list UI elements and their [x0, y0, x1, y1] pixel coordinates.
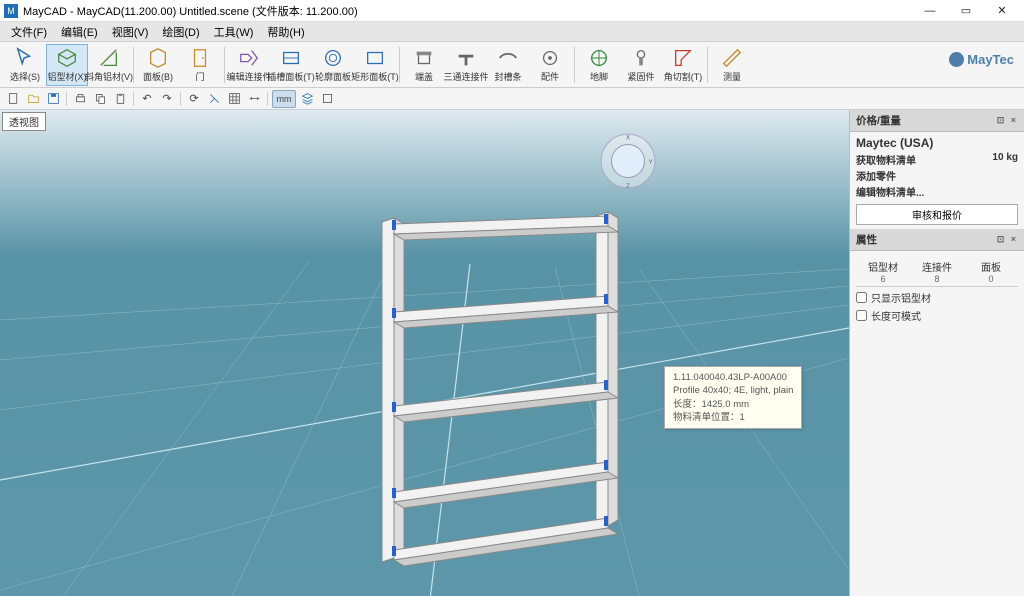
edit-bom-link[interactable]: 编辑物料清单... [856, 184, 924, 199]
tool-panel[interactable]: 面板(B) [137, 45, 179, 85]
svg-text:X: X [626, 134, 630, 141]
slot-icon [280, 47, 302, 69]
angle-icon [98, 47, 120, 69]
hover-tooltip: 1.11.040040.43LP-A00A00 Profile 40x40; 4… [664, 366, 802, 429]
brand-icon [949, 52, 964, 67]
tool-cap[interactable]: 端盖 [403, 45, 445, 85]
app-icon: M [4, 4, 18, 18]
profile-icon [56, 47, 78, 69]
tool-editconn[interactable]: 编辑连接件 [228, 45, 270, 85]
menu-file[interactable]: 文件(F) [4, 22, 54, 42]
pin-icon-2[interactable]: ⊡ × [997, 234, 1018, 245]
price-weight-header[interactable]: 价格/重量⊡ × [850, 110, 1024, 132]
tool-seal[interactable]: 封槽条 [487, 45, 529, 85]
undo-button[interactable]: ↶ [138, 90, 156, 108]
connector-icon [238, 47, 260, 69]
tool-notch[interactable]: 角切割(T) [662, 45, 704, 85]
length-mode-check[interactable]: 长度可模式 [856, 308, 1018, 323]
accessory-icon [539, 47, 561, 69]
dimension-button[interactable] [245, 90, 263, 108]
tool-rect[interactable]: 矩形面板(T) [354, 45, 396, 85]
notch-icon [672, 47, 694, 69]
menu-draw[interactable]: 绘图(D) [155, 22, 206, 42]
seal-icon [497, 47, 519, 69]
view-cube[interactable]: X Y Z [597, 130, 659, 192]
menu-view[interactable]: 视图(V) [105, 22, 156, 42]
menu-edit[interactable]: 编辑(E) [54, 22, 105, 42]
door-icon [189, 47, 211, 69]
tab-profiles[interactable]: 铝型材6 [856, 257, 910, 286]
tool-profile[interactable]: 铝型材(X) [46, 44, 88, 86]
pin-icon[interactable]: ⊡ × [997, 115, 1018, 126]
layers-button[interactable] [298, 90, 316, 108]
save-button[interactable] [44, 90, 62, 108]
tool-tee[interactable]: 三通连接件 [445, 45, 487, 85]
view-mode-tag[interactable]: 透视图 [2, 112, 46, 131]
cut-tool-button[interactable] [205, 90, 223, 108]
minimize-button[interactable]: — [912, 1, 948, 21]
tool-ground[interactable]: 地脚 [578, 45, 620, 85]
show-profiles-only-check[interactable]: 只显示铝型材 [856, 290, 1018, 305]
maximize-button[interactable]: ▭ [948, 1, 984, 21]
review-quote-button[interactable]: 审核和报价 [856, 204, 1018, 225]
cursor-icon [14, 47, 36, 69]
weight-value: 10 kg [992, 152, 1018, 167]
tool-fastener[interactable]: 紧固件 [620, 45, 662, 85]
new-button[interactable] [4, 90, 22, 108]
menu-tools[interactable]: 工具(W) [207, 22, 261, 42]
close-button[interactable]: ✕ [984, 1, 1020, 21]
svg-text:Y: Y [649, 159, 653, 166]
tool-contour[interactable]: 轮廓面板 [312, 45, 354, 85]
add-part-link[interactable]: 添加零件 [856, 168, 896, 183]
grid-snap-button[interactable] [225, 90, 243, 108]
properties-panel: 价格/重量⊡ × Maytec (USA) 获取物料清单 10 kg 添加零件 编… [849, 110, 1024, 596]
tee-icon [455, 47, 477, 69]
contour-icon [322, 47, 344, 69]
print-button[interactable] [71, 90, 89, 108]
refresh-button[interactable]: ⟳ [185, 90, 203, 108]
secondary-toolbar: ↶ ↷ ⟳ mm [0, 88, 1024, 110]
menu-help[interactable]: 帮助(H) [260, 22, 311, 42]
fastener-icon [630, 47, 652, 69]
rect-icon [364, 47, 386, 69]
tool-slot[interactable]: 插槽面板(T) [270, 45, 312, 85]
tool-measure[interactable]: 测量 [711, 45, 753, 85]
copy-button[interactable] [91, 90, 109, 108]
aluminum-frame-model[interactable] [360, 210, 640, 580]
title-bar: M MayCAD - MayCAD(11.200.00) Untitled.sc… [0, 0, 1024, 22]
tool-angle[interactable]: 斜角铝材(V) [88, 45, 130, 85]
paste-button[interactable] [111, 90, 129, 108]
cap-icon [413, 47, 435, 69]
measure-icon [721, 47, 743, 69]
svg-text:Z: Z [626, 183, 630, 190]
menu-bar: 文件(F) 编辑(E) 视图(V) 绘图(D) 工具(W) 帮助(H) [0, 22, 1024, 42]
settings-button[interactable] [318, 90, 336, 108]
tool-select[interactable]: 选择(S) [4, 45, 46, 85]
tab-connectors[interactable]: 连接件8 [910, 257, 964, 286]
unit-mm-button[interactable]: mm [272, 90, 296, 108]
ground-icon [588, 47, 610, 69]
open-button[interactable] [24, 90, 42, 108]
window-title: MayCAD - MayCAD(11.200.00) Untitled.scen… [23, 3, 912, 19]
redo-button[interactable]: ↷ [158, 90, 176, 108]
brand-logo: MayTec [949, 52, 1014, 67]
tool-door[interactable]: 门 [179, 45, 221, 85]
tool-accessory[interactable]: 配件 [529, 45, 571, 85]
3d-viewport[interactable]: 透视图 [0, 110, 849, 596]
bom-link[interactable]: 获取物料清单 [856, 152, 916, 167]
main-toolbar: 选择(S) 铝型材(X) 斜角铝材(V) 面板(B) 门 编辑连接件 插槽面板(… [0, 42, 1024, 88]
company-name: Maytec (USA) [856, 136, 1018, 150]
panel-icon [147, 47, 169, 69]
tab-panels[interactable]: 面板0 [964, 257, 1018, 286]
properties-header[interactable]: 属性⊡ × [850, 229, 1024, 251]
